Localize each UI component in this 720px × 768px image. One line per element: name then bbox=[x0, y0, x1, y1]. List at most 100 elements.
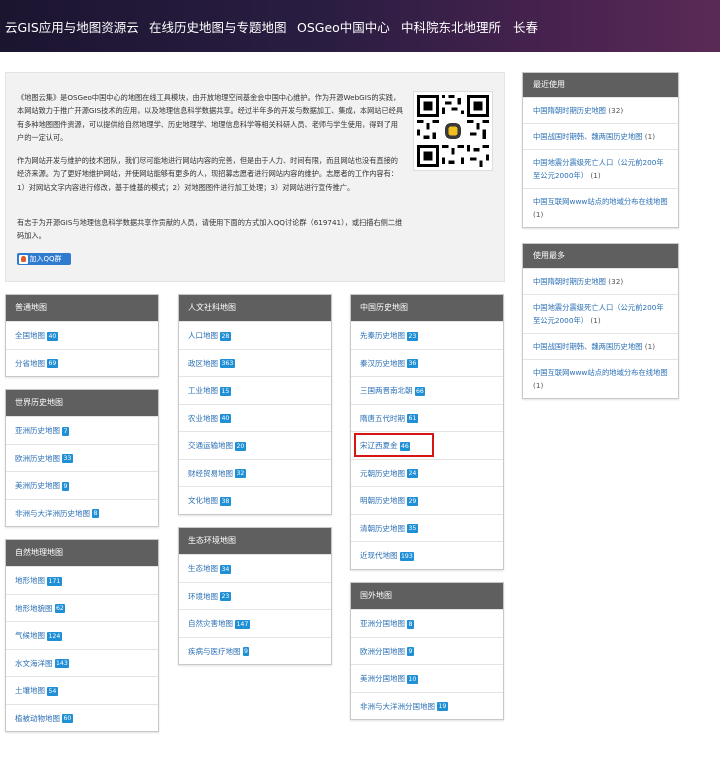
list-item[interactable]: 环境地图 23 bbox=[179, 581, 331, 610]
count-badge: 363 bbox=[220, 359, 235, 368]
count-badge: 171 bbox=[47, 576, 62, 586]
most-used-item[interactable]: 中国地震分震级死亡人口（公元前200年至公元2000年） (1) bbox=[523, 294, 678, 333]
list-item[interactable]: 秦汉历史地图 36 bbox=[351, 348, 503, 377]
qq-penguin-icon bbox=[18, 254, 28, 264]
count-badge: 193 bbox=[399, 551, 415, 561]
count-badge: 147 bbox=[235, 619, 250, 629]
list-item[interactable]: 三国两晋南北朝 66 bbox=[351, 376, 503, 404]
panel-natural-geography-maps: 自然地理地图 地形地图 171 地形地貌图 62 气候地图 124 水文海洋图 143 … bbox=[5, 539, 159, 732]
list-item[interactable]: 先秦历史地图 23 bbox=[351, 321, 503, 349]
count-badge: 69 bbox=[47, 359, 58, 368]
list-item[interactable]: 清朝历史地图 35 bbox=[351, 513, 503, 542]
recent-item[interactable]: 中国互联网www站点的地域分布在线地图 (1) bbox=[523, 188, 678, 227]
count-badge: 40 bbox=[220, 414, 231, 423]
list-item[interactable]: 交通运输地图 20 bbox=[179, 431, 331, 459]
most-used-panel: 使用最多 中国隋朝时期历史地图 (32) 中国地震分震级死亡人口（公元前200年… bbox=[522, 243, 679, 399]
count-badge: 8 bbox=[92, 509, 99, 518]
panel-world-history-maps: 世界历史地图 亚洲历史地图 7 欧洲历史地图 33 美洲历史地图 9 非洲与大洋洲历史… bbox=[5, 389, 159, 527]
recent-item[interactable]: 中国战国时期韩、魏两国历史地图 (1) bbox=[523, 123, 678, 149]
count-badge: 20 bbox=[235, 441, 246, 451]
panel-china-history-maps: 中国历史地图 先秦历史地图 23 秦汉历史地图 36 三国两晋南北朝 66 隋唐五代时… bbox=[350, 294, 504, 570]
list-item[interactable]: 地形地图 171 bbox=[6, 566, 158, 594]
count-badge: 7 bbox=[62, 426, 69, 436]
count-badge: 23 bbox=[220, 592, 231, 601]
top-nav-bar: 云GIS应用与地图资源云 在线历史地图与专题地图 OSGeo中国中心 中科院东北… bbox=[0, 0, 720, 52]
list-item[interactable]: 疾病与医疗地图 9 bbox=[179, 636, 331, 665]
most-used-item[interactable]: 中国战国时期韩、魏两国历史地图 (1) bbox=[523, 333, 678, 359]
list-item[interactable]: 非洲与大洋洲分国地图 19 bbox=[351, 691, 503, 720]
list-item[interactable]: 地形地貌图 62 bbox=[6, 593, 158, 622]
count-badge: 9 bbox=[407, 647, 414, 656]
recent-used-panel: 最近使用 中国隋朝时期历史地图 (32) 中国战国时期韩、魏两国历史地图 (1)… bbox=[522, 72, 679, 228]
list-item[interactable]: 元朝历史地图 24 bbox=[351, 458, 503, 487]
join-qq-group-label: 加入QQ群 bbox=[29, 255, 62, 263]
panel-title: 使用最多 bbox=[523, 244, 678, 268]
list-item[interactable]: 工业地图 15 bbox=[179, 376, 331, 404]
list-item[interactable]: 近现代地图 193 bbox=[351, 541, 503, 569]
most-used-item[interactable]: 中国隋朝时期历史地图 (32) bbox=[523, 268, 678, 294]
count-badge: 29 bbox=[407, 496, 418, 506]
list-item[interactable]: 欧洲历史地图 33 bbox=[6, 443, 158, 472]
list-item[interactable]: 政区地图 363 bbox=[179, 348, 331, 377]
panel-title: 生态环境地图 bbox=[179, 528, 331, 554]
list-item[interactable]: 土壤地图 54 bbox=[6, 676, 158, 704]
count-badge: 9 bbox=[242, 647, 250, 656]
list-item[interactable]: 植被动物地图 60 bbox=[6, 703, 158, 732]
join-qq-group-button[interactable]: 加入QQ群 bbox=[17, 253, 71, 265]
count-badge: 8 bbox=[407, 619, 414, 629]
list-item[interactable]: 文化地图 38 bbox=[179, 486, 331, 514]
panel-social-science-maps: 人文社科地图 人口地图 28 政区地图 363 工业地图 15 农业地图 40 交通运输… bbox=[178, 294, 332, 515]
count-badge: 124 bbox=[47, 631, 62, 641]
count-badge: 61 bbox=[407, 414, 418, 423]
count-badge: 54 bbox=[47, 686, 58, 696]
nav-link-history-maps[interactable]: 在线历史地图与专题地图 bbox=[149, 17, 287, 36]
list-item[interactable]: 气候地图 124 bbox=[6, 621, 158, 649]
panel-title: 中国历史地图 bbox=[351, 295, 503, 321]
recent-item[interactable]: 中国地震分震级死亡人口（公元前200年至公元2000年） (1) bbox=[523, 149, 678, 188]
count-badge: 40 bbox=[47, 331, 58, 341]
list-item[interactable]: 水文海洋图 143 bbox=[6, 648, 158, 677]
count-badge: 9 bbox=[62, 481, 69, 491]
list-item[interactable]: 隋唐五代时期 61 bbox=[351, 403, 503, 432]
count-badge: 36 bbox=[407, 359, 418, 368]
list-item[interactable]: 人口地图 28 bbox=[179, 321, 331, 349]
panel-title: 最近使用 bbox=[523, 73, 678, 97]
list-item[interactable]: 分省地图 69 bbox=[6, 348, 158, 377]
count-badge: 19 bbox=[437, 702, 448, 711]
list-item[interactable]: 亚洲历史地图 7 bbox=[6, 416, 158, 444]
panel-eco-environment-maps: 生态环境地图 生态地图 34 环境地图 23 自然灾害地图 147 疾病与医疗地图 9 bbox=[178, 527, 332, 665]
intro-paragraph: 《地图云集》是OSGeo中国中心的地图在线工具模块，由开放地理空间基金会中国中心… bbox=[17, 93, 404, 142]
list-item[interactable]: 美洲历史地图 9 bbox=[6, 471, 158, 499]
list-item[interactable]: 农业地图 40 bbox=[179, 403, 331, 432]
nav-link-neigae[interactable]: 中科院东北地理所 bbox=[401, 17, 501, 36]
nav-link-changchun[interactable]: 长春 bbox=[513, 17, 538, 36]
count-badge: 62 bbox=[54, 604, 66, 613]
list-item[interactable]: 自然灾害地图 147 bbox=[179, 609, 331, 637]
count-badge: 28 bbox=[220, 331, 231, 341]
list-item[interactable]: 亚洲分国地图 8 bbox=[351, 609, 503, 637]
panel-title: 世界历史地图 bbox=[6, 390, 158, 416]
list-item[interactable]: 美洲分国地图 10 bbox=[351, 664, 503, 692]
panel-title: 普通地图 bbox=[6, 295, 158, 321]
list-item[interactable]: 全国地图 40 bbox=[6, 321, 158, 349]
panel-general-maps: 普通地图 全国地图 40 分省地图 69 bbox=[5, 294, 159, 377]
recent-item[interactable]: 中国隋朝时期历史地图 (32) bbox=[523, 97, 678, 123]
count-badge: 32 bbox=[235, 469, 246, 478]
most-used-item[interactable]: 中国互联网www站点的地域分布在线地图 (1) bbox=[523, 359, 678, 398]
nav-link-osgeo-china[interactable]: OSGeo中国中心 bbox=[297, 17, 390, 36]
list-item[interactable]: 非洲与大洋洲历史地图 8 bbox=[6, 498, 158, 527]
count-badge: 34 bbox=[220, 564, 231, 574]
count-badge: 66 bbox=[414, 386, 426, 396]
count-badge: 60 bbox=[62, 714, 73, 723]
list-item[interactable]: 欧洲分国地图 9 bbox=[351, 636, 503, 665]
list-item[interactable]: 生态地图 34 bbox=[179, 554, 331, 582]
list-item[interactable]: 财经贸易地图 32 bbox=[179, 458, 331, 487]
intro-paragraph: 作为网站开发与维护的技术团队，我们尽可能地进行网站内容的完善，但是由于人力、时间… bbox=[17, 156, 398, 192]
qr-code-icon bbox=[413, 91, 493, 171]
nav-link-cloud-gis[interactable]: 云GIS应用与地图资源云 bbox=[5, 17, 139, 36]
selection-highlight-box bbox=[354, 433, 434, 457]
count-badge: 10 bbox=[407, 674, 418, 684]
list-item[interactable]: 明朝历史地图 29 bbox=[351, 486, 503, 514]
panel-title: 人文社科地图 bbox=[179, 295, 331, 321]
panel-title: 自然地理地图 bbox=[6, 540, 158, 566]
